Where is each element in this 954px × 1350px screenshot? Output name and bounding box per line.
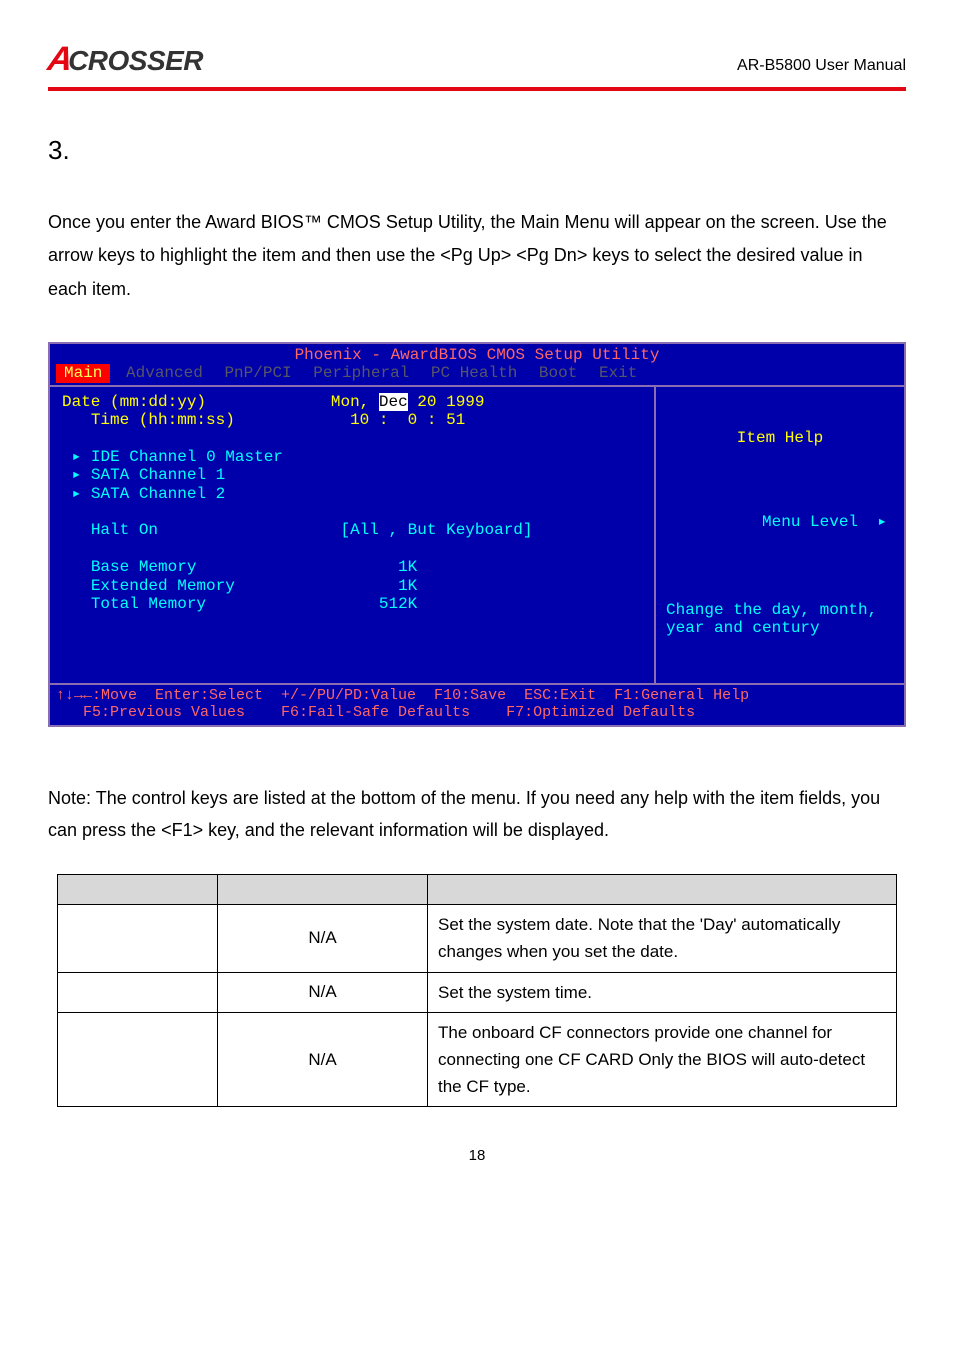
bios-tab-main[interactable]: Main (56, 364, 110, 382)
bios-help-text: Change the day, month, year and century (666, 601, 894, 638)
table-row: N/A Set the system time. (58, 972, 897, 1012)
bios-totmem-label: Total Memory (91, 595, 206, 613)
th-item (58, 875, 218, 905)
bios-footer-line1: ↑↓→←:Move Enter:Select +/-/PU/PD:Value F… (56, 687, 749, 704)
bios-menu-level-label: Menu Level (762, 513, 858, 531)
logo: ACROSSER (48, 40, 203, 79)
table-cell-option: N/A (218, 972, 428, 1012)
triangle-icon: ▸ (72, 448, 82, 466)
bios-sata2[interactable]: SATA Channel 2 (91, 485, 225, 503)
divider (48, 87, 906, 91)
bios-left-pane: Date (mm:dd:yy) Mon, Dec 20 1999 Time (h… (50, 387, 654, 683)
bios-title: Phoenix - AwardBIOS CMOS Setup Utility (50, 344, 904, 364)
bios-tab-pchealth[interactable]: PC Health (425, 364, 523, 382)
bios-screenshot: Phoenix - AwardBIOS CMOS Setup Utility M… (48, 342, 906, 727)
table-cell-item (58, 972, 218, 1012)
bios-time-value[interactable]: 10 : 0 : 51 (350, 411, 465, 429)
th-options (218, 875, 428, 905)
bios-sata1[interactable]: SATA Channel 1 (91, 466, 225, 484)
intro-paragraph: Once you enter the Award BIOS™ CMOS Setu… (48, 206, 906, 306)
table-cell-option: N/A (218, 1012, 428, 1107)
bios-time-label[interactable]: Time (hh:mm:ss) (91, 411, 235, 429)
note-paragraph: Note: The control keys are listed at the… (48, 783, 906, 846)
table-cell-item (58, 905, 218, 972)
bios-footer-line2: F5:Previous Values F6:Fail-Safe Defaults… (56, 704, 695, 721)
bios-date-label[interactable]: Date (mm:dd:yy) (62, 393, 206, 411)
bios-tab-advanced[interactable]: Advanced (120, 364, 209, 382)
table-row: N/A The onboard CF connectors provide on… (58, 1012, 897, 1107)
table-cell-desc: Set the system date. Note that the 'Day'… (428, 905, 897, 972)
page-header: ACROSSER AR-B5800 User Manual (48, 40, 906, 79)
bios-menubar: Main Advanced PnP/PCI Peripheral PC Heal… (50, 364, 904, 384)
table-cell-desc: Set the system time. (428, 972, 897, 1012)
table-cell-option: N/A (218, 905, 428, 972)
bios-date-selected[interactable]: Dec (379, 393, 408, 411)
bios-totmem-value: 512K (379, 595, 417, 613)
page-number: 18 (48, 1147, 906, 1164)
table-header-row (58, 875, 897, 905)
bios-tab-peripheral[interactable]: Peripheral (307, 364, 415, 382)
bios-help-title: Item Help (666, 429, 894, 447)
bios-tab-pnppci[interactable]: PnP/PCI (218, 364, 297, 382)
bios-help-pane: Item Help Menu Level ▸ Change the day, m… (654, 387, 904, 683)
th-description (428, 875, 897, 905)
bios-extmem-label: Extended Memory (91, 577, 235, 595)
options-table: N/A Set the system date. Note that the '… (57, 874, 897, 1107)
table-cell-desc: The onboard CF connectors provide one ch… (428, 1012, 897, 1107)
bios-tab-exit[interactable]: Exit (593, 364, 643, 382)
table-cell-item (58, 1012, 218, 1107)
document-title: AR-B5800 User Manual (737, 57, 906, 75)
bios-basemem-value: 1K (398, 558, 417, 576)
triangle-icon: ▸ (72, 466, 82, 484)
logo-text: CROSSER (68, 45, 203, 76)
bios-halt-label[interactable]: Halt On (91, 521, 158, 539)
bios-halt-value[interactable]: [All , But Keyboard] (340, 521, 532, 539)
section-number: 3. (48, 135, 906, 166)
bios-date-pre: Mon, (331, 393, 379, 411)
table-row: N/A Set the system date. Note that the '… (58, 905, 897, 972)
bios-basemem-label: Base Memory (91, 558, 197, 576)
bios-body: Date (mm:dd:yy) Mon, Dec 20 1999 Time (h… (50, 385, 904, 685)
bios-footer: ↑↓→←:Move Enter:Select +/-/PU/PD:Value F… (50, 685, 904, 726)
bios-tab-boot[interactable]: Boot (533, 364, 583, 382)
triangle-icon: ▸ (72, 485, 82, 503)
bios-date-post: 20 1999 (408, 393, 485, 411)
bios-ide-channel[interactable]: IDE Channel 0 Master (91, 448, 283, 466)
triangle-icon: ▸ (877, 513, 887, 531)
bios-extmem-value: 1K (398, 577, 417, 595)
